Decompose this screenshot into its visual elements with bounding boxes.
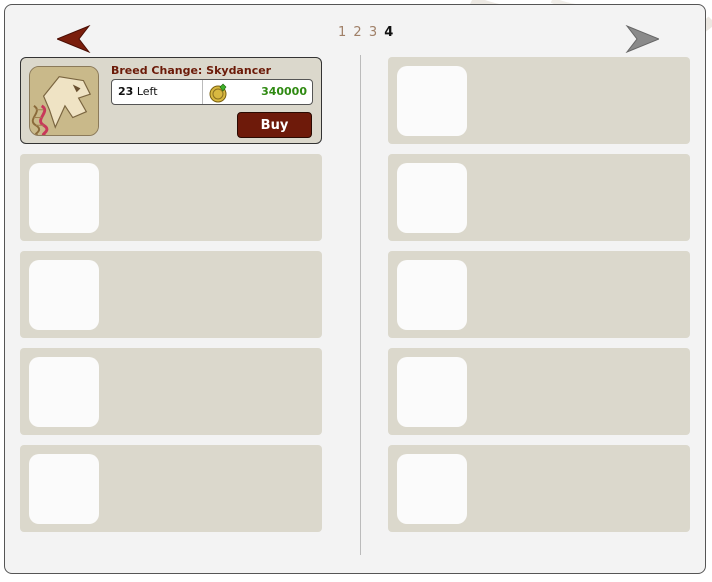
empty-shop-slot [20, 251, 322, 338]
page-link-3[interactable]: 3 [369, 25, 377, 40]
item-price: 340000 [261, 85, 307, 98]
empty-item-placeholder [397, 357, 467, 427]
pagination: 1 2 3 4 [338, 25, 396, 40]
page-link-2[interactable]: 2 [353, 25, 361, 40]
empty-shop-slot [388, 445, 690, 532]
empty-shop-slot [20, 154, 322, 241]
empty-item-placeholder [397, 163, 467, 233]
shop-item-slot: Breed Change: Skydancer 23 Left 340000 B… [20, 57, 322, 144]
stock-count: 23 [118, 85, 134, 98]
page-link-1[interactable]: 1 [338, 25, 346, 40]
empty-item-placeholder [397, 454, 467, 524]
empty-shop-slot [20, 348, 322, 435]
skydancer-dragon-dna-icon[interactable] [29, 66, 99, 136]
stock-suffix: Left [136, 85, 158, 98]
shop-panel: 1 2 3 4 Breed Change: Skydancer 23 Left [4, 4, 706, 574]
prev-page-arrow-icon[interactable] [57, 25, 91, 53]
empty-shop-slot [388, 154, 690, 241]
empty-item-placeholder [29, 454, 99, 524]
empty-item-placeholder [29, 163, 99, 233]
gem-coin-icon [209, 83, 227, 103]
page-link-4-current: 4 [384, 25, 394, 40]
empty-shop-slot [388, 251, 690, 338]
stock-text: 23 Left [118, 85, 158, 98]
empty-item-placeholder [29, 357, 99, 427]
empty-shop-slot [388, 57, 690, 144]
item-title: Breed Change: Skydancer [111, 64, 272, 77]
buy-button[interactable]: Buy [237, 112, 312, 138]
empty-item-placeholder [397, 66, 467, 136]
info-separator [202, 80, 203, 104]
column-divider [360, 55, 361, 555]
empty-shop-slot [20, 445, 322, 532]
empty-item-placeholder [397, 260, 467, 330]
next-page-arrow-icon[interactable] [625, 25, 659, 53]
empty-item-placeholder [29, 260, 99, 330]
item-info-box: 23 Left 340000 [111, 79, 313, 105]
empty-shop-slot [388, 348, 690, 435]
